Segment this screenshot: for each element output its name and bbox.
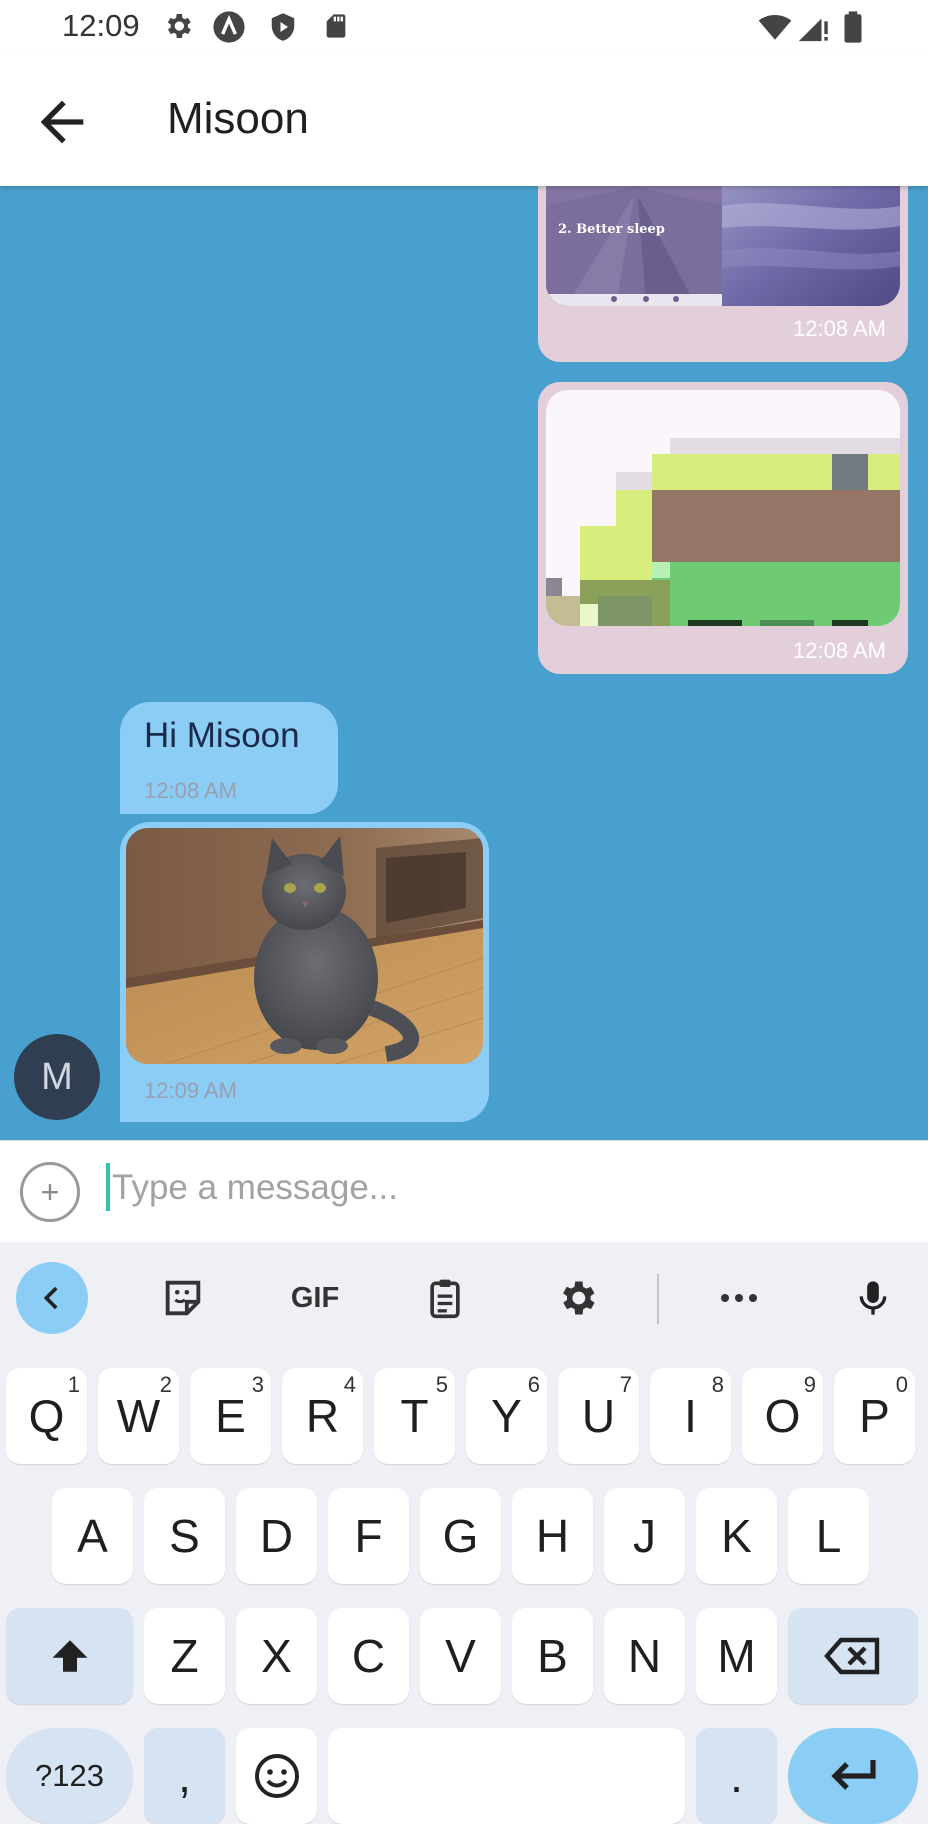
mic-icon [859, 1281, 887, 1315]
period-key[interactable]: . [696, 1728, 777, 1824]
key-a[interactable]: A [52, 1488, 133, 1584]
message-bubble-outgoing[interactable]: 2. Better sleep 12:08 AM [538, 186, 908, 362]
gif-button[interactable]: GIF [280, 1262, 350, 1334]
cat-photo [126, 828, 483, 1064]
message-composer: + [0, 1140, 928, 1242]
key-v[interactable]: V [420, 1608, 501, 1704]
status-time: 12:09 [62, 8, 140, 43]
a-icon [213, 11, 245, 43]
message-time: 12:08 AM [793, 316, 886, 341]
keyboard-collapse-button[interactable] [16, 1262, 88, 1334]
chat-area[interactable]: 2. Better sleep 12:08 AM 12:08 AM Hi Mis… [0, 186, 928, 1140]
sticker-button[interactable] [150, 1262, 216, 1334]
message-bubble-incoming[interactable]: 12:09 AM [120, 822, 489, 1122]
lavender-image [546, 186, 900, 306]
backspace-icon [824, 1637, 880, 1675]
comma-key[interactable]: , [144, 1728, 225, 1824]
key-s[interactable]: S [144, 1488, 225, 1584]
backspace-key[interactable] [788, 1608, 918, 1704]
message-image-cat[interactable] [126, 828, 483, 1064]
key-e[interactable]: E3 [190, 1368, 271, 1464]
pixel-art-image [546, 390, 900, 626]
back-button[interactable] [30, 90, 94, 154]
key-q[interactable]: Q1 [6, 1368, 87, 1464]
key-m[interactable]: M [696, 1608, 777, 1704]
toolbar-divider [657, 1274, 659, 1324]
avatar[interactable]: M [14, 1034, 100, 1120]
app-bar: Misoon [0, 54, 928, 186]
arrow-back-icon[interactable] [30, 90, 94, 154]
image-caption: 2. Better sleep [558, 222, 665, 237]
sd-card-icon [326, 14, 346, 38]
clipboard-icon [430, 1279, 460, 1319]
message-input[interactable] [110, 1161, 890, 1215]
key-g[interactable]: G [420, 1488, 501, 1584]
smiley-icon [254, 1754, 299, 1798]
key-r[interactable]: R4 [282, 1368, 363, 1464]
key-z[interactable]: Z [144, 1608, 225, 1704]
key-t[interactable]: T5 [374, 1368, 455, 1464]
message-bubble-outgoing[interactable]: 12:08 AM [538, 382, 908, 674]
message-time: 12:08 AM [793, 638, 886, 663]
key-j[interactable]: J [604, 1488, 685, 1584]
enter-key[interactable] [788, 1728, 918, 1824]
emoji-key[interactable] [236, 1728, 317, 1824]
message-image-pixel-art[interactable] [546, 390, 900, 626]
key-d[interactable]: D [236, 1488, 317, 1584]
key-p[interactable]: P0 [834, 1368, 915, 1464]
key-o[interactable]: O9 [742, 1368, 823, 1464]
sticker-icon [165, 1280, 201, 1316]
keyboard: GIF Q1 W2 E3 R4 T5 Y6 U7 I8 O9 P0 A S D … [0, 1242, 928, 1824]
shift-key[interactable] [6, 1608, 133, 1704]
key-n[interactable]: N [604, 1608, 685, 1704]
gear-icon [563, 1281, 595, 1315]
battery-icon [844, 11, 862, 43]
more-icon [721, 1294, 757, 1302]
key-f[interactable]: F [328, 1488, 409, 1584]
key-l[interactable]: L [788, 1488, 869, 1584]
key-b[interactable]: B [512, 1608, 593, 1704]
message-text: Hi Misoon [144, 716, 300, 755]
shift-icon [52, 1640, 87, 1672]
space-key[interactable] [328, 1728, 685, 1824]
message-time: 12:09 AM [144, 1078, 237, 1103]
clipboard-button[interactable] [412, 1262, 478, 1334]
key-x[interactable]: X [236, 1608, 317, 1704]
settings-icon [167, 14, 191, 38]
shield-icon [271, 13, 295, 41]
message-bubble-incoming[interactable]: Hi Misoon 12:08 AM [120, 702, 338, 814]
add-attachment-button[interactable]: + [20, 1162, 80, 1222]
key-c[interactable]: C [328, 1608, 409, 1704]
wifi-icon [758, 14, 792, 40]
enter-icon [831, 1760, 876, 1790]
key-w[interactable]: W2 [98, 1368, 179, 1464]
key-h[interactable]: H [512, 1488, 593, 1584]
plus-circle-icon: + [40, 1173, 60, 1210]
voice-input-button[interactable] [840, 1262, 906, 1334]
keyboard-settings-button[interactable] [544, 1262, 610, 1334]
status-bar: 12:09 [0, 0, 928, 54]
page-title: Misoon [167, 94, 309, 143]
signal-icon [798, 18, 828, 42]
more-button[interactable] [706, 1262, 772, 1334]
chevron-left-icon [43, 1286, 58, 1310]
key-i[interactable]: I8 [650, 1368, 731, 1464]
key-u[interactable]: U7 [558, 1368, 639, 1464]
message-time: 12:08 AM [144, 778, 237, 803]
key-k[interactable]: K [696, 1488, 777, 1584]
key-y[interactable]: Y6 [466, 1368, 547, 1464]
symbols-key[interactable]: ?123 [6, 1728, 133, 1824]
message-image-lavender[interactable]: 2. Better sleep [546, 186, 900, 306]
